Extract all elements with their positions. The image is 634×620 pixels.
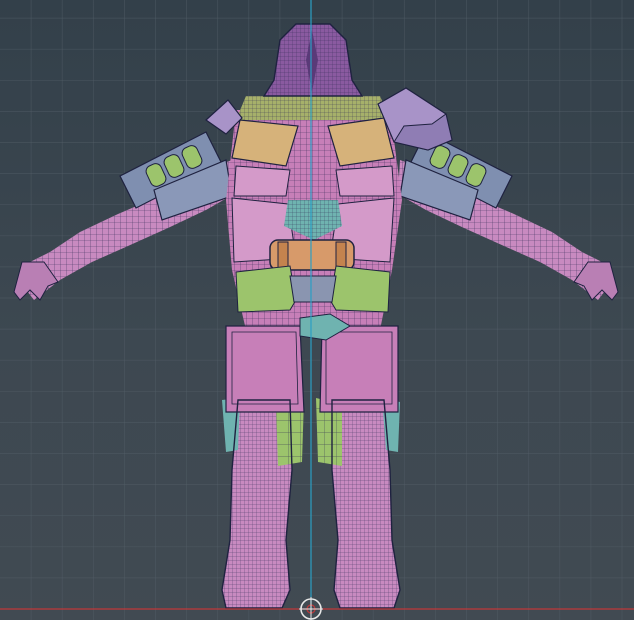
- collar[interactable]: [236, 96, 390, 120]
- shoulder-plate-right[interactable]: [327, 117, 395, 167]
- pivot-gizmo-icon[interactable]: [299, 597, 323, 620]
- hip-panel-right[interactable]: [319, 325, 399, 413]
- hip-panel-left[interactable]: [225, 325, 305, 413]
- head[interactable]: [264, 24, 362, 96]
- bracer-left[interactable]: [119, 131, 233, 221]
- shoulder-plate-left[interactable]: [231, 119, 299, 167]
- 3d-viewport[interactable]: [0, 0, 634, 620]
- viewport-scene[interactable]: [0, 0, 634, 620]
- back-canister[interactable]: [269, 239, 355, 271]
